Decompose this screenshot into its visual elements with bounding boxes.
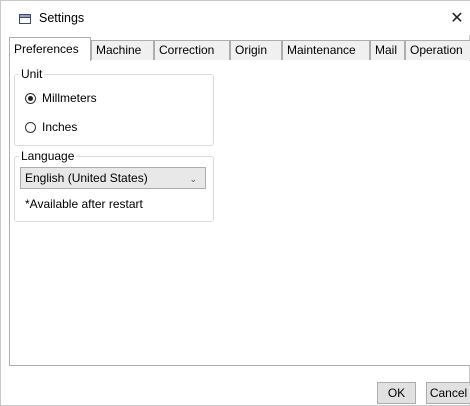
- language-group-label: Language: [19, 149, 77, 163]
- ok-button[interactable]: OK: [377, 382, 416, 404]
- tab-correction[interactable]: Correction: [154, 40, 230, 60]
- inches-radio[interactable]: Inches: [25, 120, 77, 134]
- tab-origin[interactable]: Origin: [230, 40, 282, 60]
- unit-group: Unit Millmeters Inches: [14, 67, 214, 146]
- tab-operation[interactable]: Operation: [405, 40, 470, 60]
- inches-label: Inches: [42, 120, 78, 134]
- window-title: Settings: [39, 11, 85, 25]
- footer-divider: [9, 365, 470, 366]
- settings-window-icon: [19, 14, 31, 24]
- settings-window: Settings ✕ Preferences Machine Correctio…: [0, 0, 470, 406]
- language-select[interactable]: English (United States) ⌄: [20, 167, 206, 189]
- cancel-button[interactable]: Cancel: [426, 382, 470, 404]
- language-group: Language English (United States) ⌄ *Avai…: [14, 149, 214, 222]
- close-button[interactable]: ✕: [443, 1, 470, 35]
- language-select-value: English (United States): [25, 171, 148, 185]
- tab-strip: Preferences Machine Correction Origin Ma…: [9, 37, 470, 62]
- preferences-panel: Unit Millmeters Inches Language English …: [9, 61, 470, 365]
- restart-hint: *Available after restart: [25, 197, 143, 211]
- radio-unchecked-icon: [25, 121, 36, 133]
- millimeters-radio[interactable]: Millmeters: [25, 91, 97, 105]
- unit-group-label: Unit: [19, 67, 45, 81]
- title-bar[interactable]: Settings ✕: [1, 1, 470, 35]
- radio-checked-icon: [25, 92, 36, 104]
- chevron-down-icon: ⌄: [189, 174, 197, 184]
- tab-machine[interactable]: Machine: [91, 40, 154, 60]
- millimeters-label: Millmeters: [42, 91, 97, 105]
- tab-mail[interactable]: Mail: [370, 40, 405, 60]
- tab-preferences[interactable]: Preferences: [9, 37, 91, 61]
- close-icon: ✕: [450, 10, 464, 27]
- tab-maintenance[interactable]: Maintenance: [282, 40, 370, 60]
